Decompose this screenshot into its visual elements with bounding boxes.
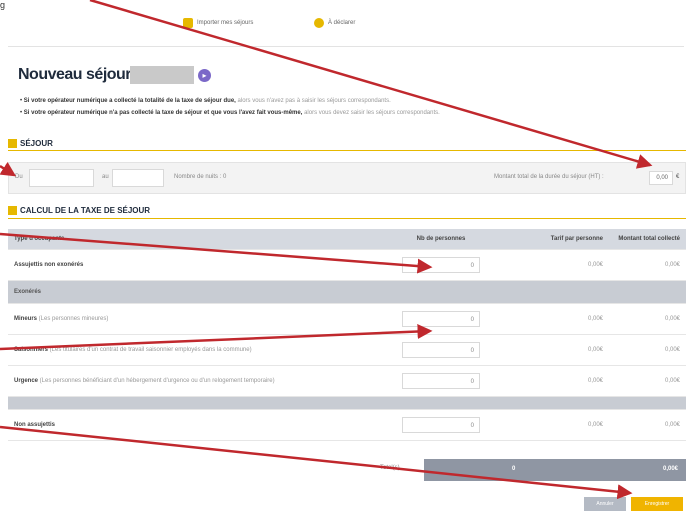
info-bullet-2: • Si votre opérateur numérique n'a pas c… — [20, 110, 440, 116]
tarif-value: 0,00€ — [502, 249, 609, 281]
group-spacer-row — [8, 396, 686, 410]
section-marker-icon — [8, 139, 17, 148]
section-marker-icon — [8, 206, 17, 215]
au-label: au — [102, 174, 109, 180]
montant-total-label: Montant total de la durée du séjour (HT)… — [494, 174, 604, 180]
urgence-count-input[interactable]: 0 — [402, 373, 480, 389]
nights-count: Nombre de nuits : 0 — [174, 174, 227, 180]
cancel-button[interactable]: Annuler — [584, 497, 626, 511]
saisonniers-count-input[interactable]: 0 — [402, 342, 480, 358]
row-label: Non assujettis — [8, 409, 380, 441]
section-sejour-heading: SÉJOUR — [8, 139, 53, 148]
next-arrow-icon[interactable]: ▸ — [198, 69, 211, 82]
date-from-input[interactable] — [29, 169, 94, 187]
col-header-tarif: Tarif par personne — [502, 229, 609, 250]
section-calcul-heading: CALCUL DE LA TAXE DE SÉJOUR — [8, 206, 150, 215]
sejour-form: Du au Nombre de nuits : 0 Montant total … — [8, 162, 686, 194]
date-to-input[interactable] — [112, 169, 164, 187]
row-label: Saisonniers (Les titulaires d'un contrat… — [8, 334, 380, 366]
table-row: Non assujettis 0 0,00€ 0,00€ — [8, 409, 686, 441]
table-row: Mineurs (Les personnes mineures) 0 0,00€… — [8, 303, 686, 335]
tax-calculation-table: Type d'occupants Nb de personnes Tarif p… — [8, 229, 686, 441]
save-button[interactable]: Enregistrer — [631, 497, 683, 511]
row-label: Assujettis non exonérés — [8, 249, 380, 281]
group-header-row: Exonérés — [8, 280, 686, 304]
import-stays-label: Importer mes séjours — [197, 20, 254, 26]
separator — [8, 46, 684, 47]
stay-name-redacted — [130, 66, 194, 84]
import-stays-button[interactable]: Importer mes séjours — [183, 18, 253, 28]
table-row: Urgence (Les personnes bénéficiant d'un … — [8, 365, 686, 397]
group-label-exoneres: Exonérés — [8, 280, 686, 304]
euro-symbol: € — [676, 174, 680, 180]
table-row: Saisonniers (Les titulaires d'un contrat… — [8, 334, 686, 366]
info-bullet-1: • Si votre opérateur numérique a collect… — [20, 98, 391, 104]
declare-icon — [314, 18, 324, 28]
mineurs-count-input[interactable]: 0 — [402, 311, 480, 327]
total-value: 0,00€ — [609, 303, 686, 335]
total-count: 0 — [512, 466, 516, 472]
tarif-value: 0,00€ — [502, 303, 609, 335]
corner-letter: g — [0, 0, 6, 10]
total-bar: 0 0,00€ — [424, 459, 686, 481]
col-header-total: Montant total collecté — [609, 229, 686, 250]
total-label: Total(s) — [380, 465, 400, 471]
total-value: 0,00€ — [609, 249, 686, 281]
col-header-count: Nb de personnes — [380, 229, 502, 250]
tarif-value: 0,00€ — [502, 365, 609, 397]
to-declare-label: À déclarer — [328, 20, 356, 26]
tarif-value: 0,00€ — [502, 334, 609, 366]
table-header-row: Type d'occupants Nb de personnes Tarif p… — [8, 229, 686, 250]
row-label: Mineurs (Les personnes mineures) — [8, 303, 380, 335]
total-value: 0,00€ — [609, 334, 686, 366]
du-label: Du — [15, 174, 23, 180]
total-value: 0,00€ — [609, 409, 686, 441]
import-icon — [183, 18, 193, 28]
to-declare-button[interactable]: À déclarer — [314, 18, 355, 28]
row-label: Urgence (Les personnes bénéficiant d'un … — [8, 365, 380, 397]
page-title: Nouveau séjour : — [18, 66, 140, 83]
non-assujettis-count-input[interactable]: 0 — [402, 417, 480, 433]
montant-total-input[interactable]: 0,00 — [649, 171, 673, 185]
tarif-value: 0,00€ — [502, 409, 609, 441]
col-header-type: Type d'occupants — [8, 229, 380, 250]
assujettis-count-input[interactable]: 0 — [402, 257, 480, 273]
section-divider — [8, 218, 686, 219]
table-row: Assujettis non exonérés 0 0,00€ 0,00€ — [8, 249, 686, 281]
section-divider — [8, 150, 686, 151]
total-value: 0,00€ — [609, 365, 686, 397]
total-amount: 0,00€ — [662, 466, 678, 472]
